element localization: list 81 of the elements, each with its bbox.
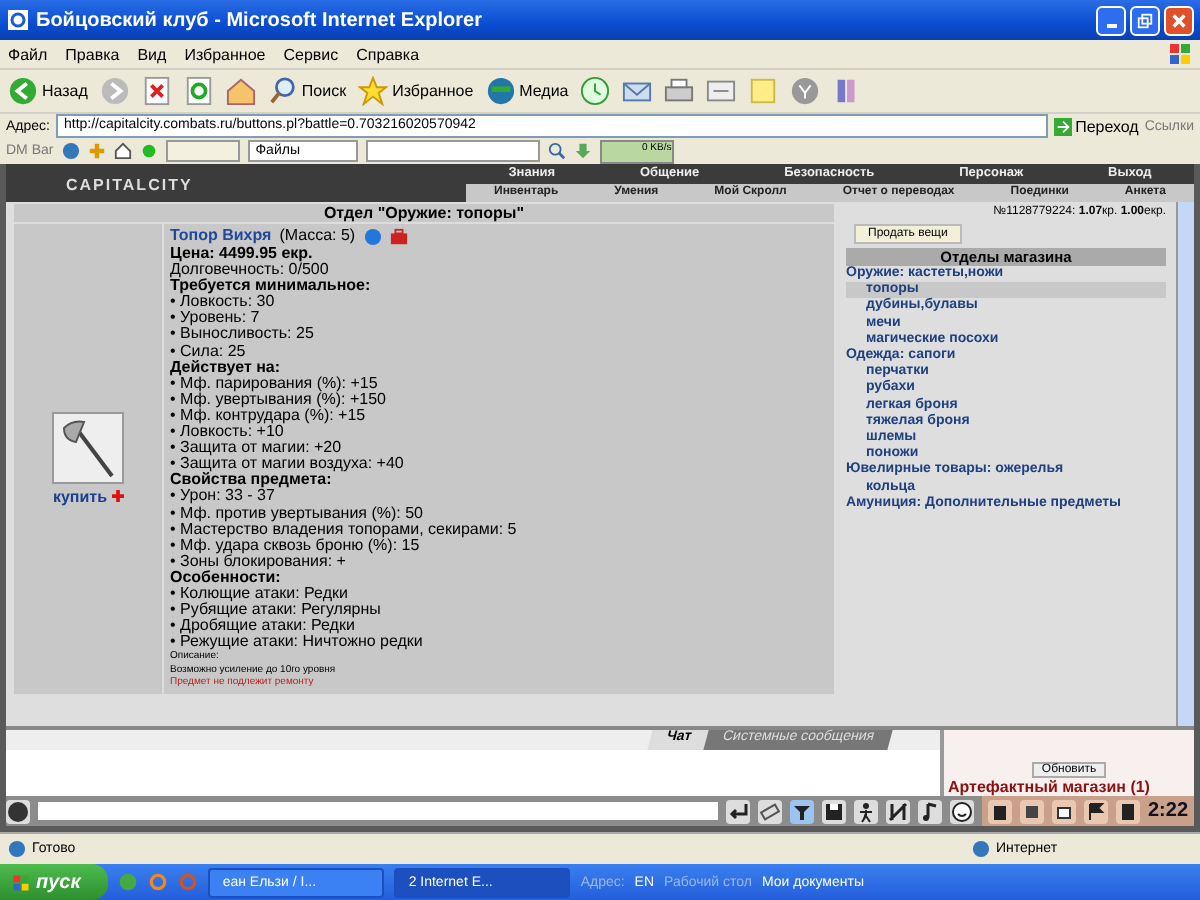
close-button[interactable] [1164,5,1194,35]
box-icon[interactable] [1051,799,1076,823]
item-durability: Долговечность: 0/500 [170,262,331,279]
restore-button[interactable] [1130,5,1160,35]
item-property: • Защита от магии: +20 [170,440,344,457]
game-logo: CAPITALCITY [64,174,195,198]
buy-link[interactable]: купить [52,487,108,506]
save-icon[interactable] [821,799,846,823]
axe-icon [52,411,124,484]
item-property: • Рубящие атаки: Регулярны [170,602,383,619]
item-name-link[interactable]: Топор Вихря [170,228,272,246]
search-field[interactable] [365,140,540,162]
scrollbar[interactable] [1176,202,1194,726]
back-button[interactable]: Назад [8,76,88,106]
item-property: • Мф. парирования (%): +15 [170,375,380,392]
go-button[interactable]: Переход [1053,117,1139,135]
menu-item[interactable]: Справка [356,45,420,63]
department-title: Отдел "Оружие: топоры" [14,204,834,222]
home-icon[interactable] [225,76,256,106]
item-price: Цена: 4499.95 екр. [170,246,315,262]
restore-icon [1136,11,1154,29]
eraser-icon[interactable] [757,799,782,823]
refresh-icon[interactable] [183,76,214,106]
download-icon[interactable] [573,142,592,160]
item-property: • Ловкость: +10 [170,424,284,441]
item-property: • Ловкость: 30 [170,294,277,311]
windows-logo-icon [12,873,30,891]
window-title: Бойцовский клуб - Microsoft Internet Explorer [36,9,485,31]
minimize-icon [1105,24,1117,28]
section-heading: Действует на: [170,359,283,376]
briefcase-icon[interactable] [389,228,408,246]
menu-item[interactable]: Правка [65,45,120,63]
item-property: • Уровень: 7 [170,310,262,327]
media-button[interactable]: Медиа [485,76,569,106]
section-heading: Особенности: [170,569,281,586]
section-heading: Требуется минимальное: [170,278,373,295]
smiley-icon[interactable] [949,799,974,823]
print-icon[interactable] [664,76,695,106]
music-icon[interactable] [917,799,942,823]
item-property: • Мастерство владения топорами, секирами: 5 [170,521,517,538]
windows-logo-icon [1168,42,1192,66]
plus-icon[interactable] [87,142,106,160]
stop-icon[interactable] [141,76,172,106]
item-property: • Урон: 33 - 37 [170,488,275,505]
menu-item[interactable]: Сервис [283,45,339,63]
menu-item[interactable]: Файл [8,45,48,63]
close-icon [1170,11,1188,29]
item-mass: (Масса: 5) [279,228,356,246]
menu-item[interactable]: Вид [137,45,167,63]
item-property: • Мф. увертывания (%): +150 [170,391,388,408]
plus-icon[interactable] [111,490,124,503]
favorites-button[interactable]: Избранное [358,76,474,106]
item-property: • Зоны блокирования: + [170,553,346,570]
arrow-icon [1053,117,1072,135]
item-property: • Мф. удара сквозь броню (%): 15 [170,537,420,554]
item-property: • Дробящие атаки: Редки [170,618,355,635]
home-icon[interactable] [113,142,132,160]
item-property: • Мф. против увертывания (%): 50 [170,505,426,522]
item-property: • Режущие атаки: Ничтожно редки [170,634,425,651]
item-property: • Выносливость: 25 [170,326,316,344]
person-icon[interactable] [853,799,878,823]
game-clock: 2:22 [1147,800,1188,822]
minimize-button[interactable] [1096,5,1126,35]
filter-icon[interactable] [789,799,814,823]
search-icon [267,76,298,106]
status-dot-icon[interactable] [139,142,158,160]
flag-icon[interactable] [1083,799,1108,823]
item-property: • Мф. контрудара (%): +15 [170,407,368,424]
search-icon[interactable] [547,142,566,160]
section-heading: Свойства предмета: [170,472,332,489]
item-property: • Защита от магии воздуха: +40 [170,456,406,473]
enter-icon[interactable] [725,799,750,823]
item-property: • Колющие атаки: Редки [170,585,350,602]
status-box [165,140,240,162]
search-button[interactable]: Поиск [267,76,347,106]
menu-item[interactable]: Избранное [184,45,266,63]
star-icon [358,76,389,106]
chat-input[interactable] [38,802,718,820]
history-icon[interactable] [580,76,611,106]
item-property: • Сила: 25 [170,343,248,360]
room-name: Артефактный магазин (1) [946,778,1150,796]
